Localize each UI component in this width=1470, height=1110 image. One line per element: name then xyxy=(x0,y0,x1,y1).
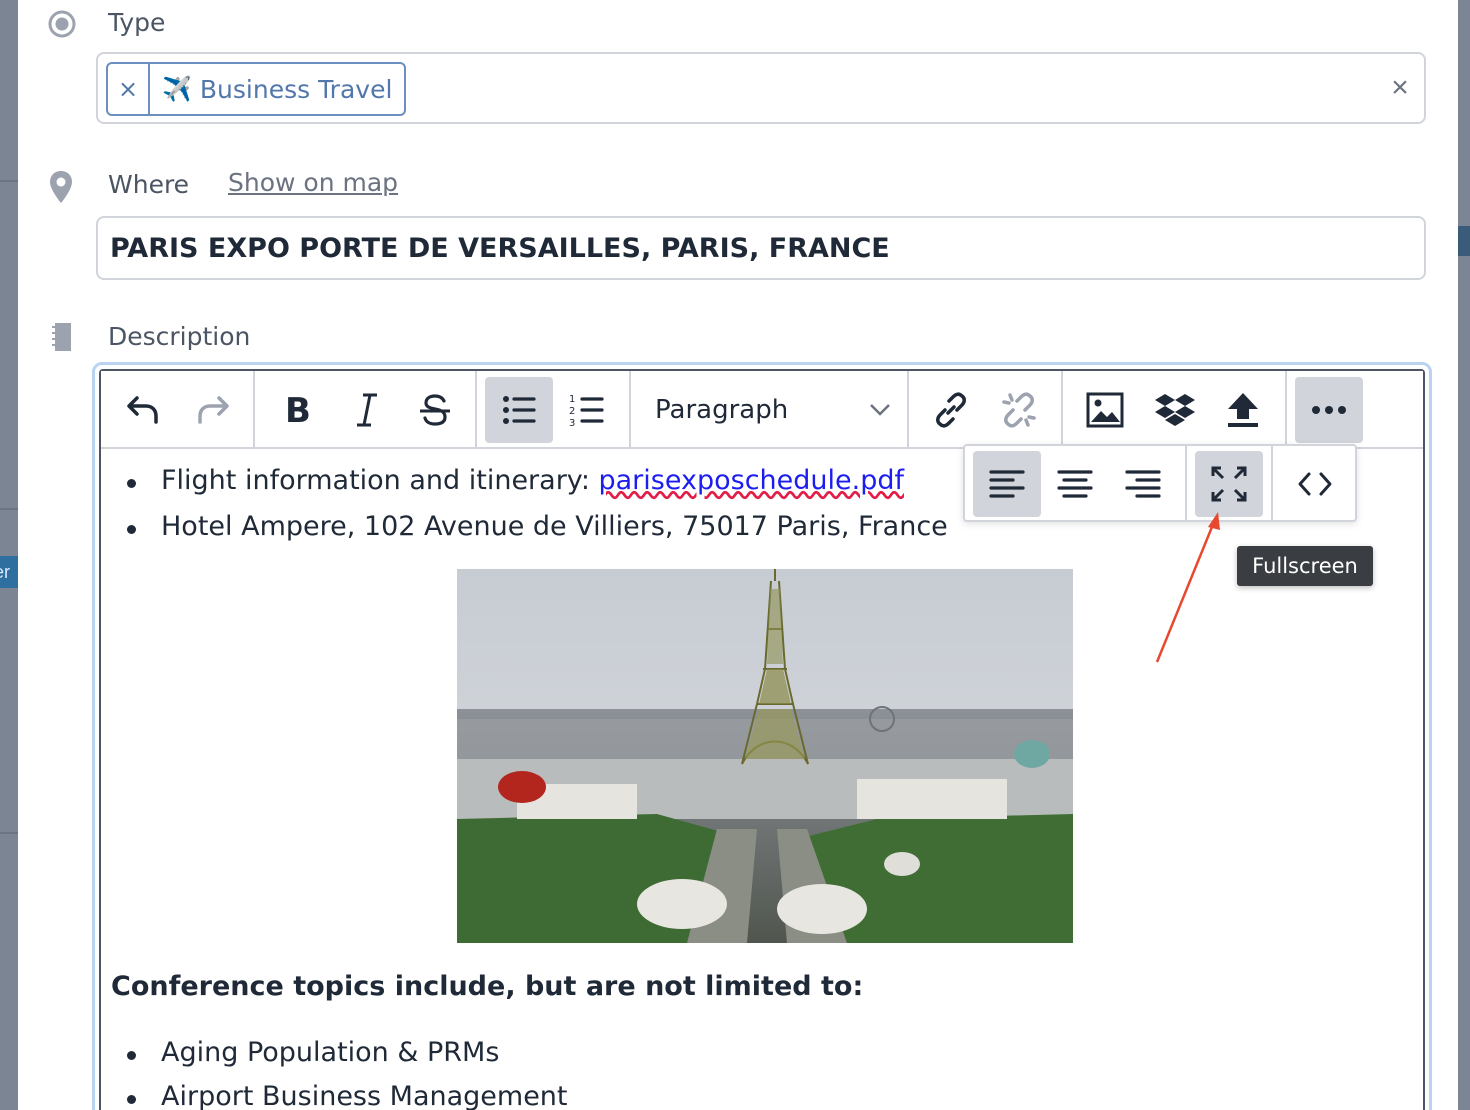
ellipsis-icon xyxy=(1312,406,1346,414)
italic-icon xyxy=(357,393,377,427)
upload-icon xyxy=(1228,393,1258,427)
align-right-button[interactable] xyxy=(1109,451,1177,517)
list-item-text: Aging Population & PRMs xyxy=(161,1037,500,1068)
bold-button[interactable]: B xyxy=(263,377,331,443)
numbered-list-button[interactable]: 1 2 3 xyxy=(553,377,621,443)
bullet-list-button[interactable] xyxy=(485,377,553,443)
more-options-button[interactable] xyxy=(1295,377,1363,443)
bullet-list-icon xyxy=(503,396,536,424)
source-code-button[interactable] xyxy=(1281,451,1349,517)
svg-text:2: 2 xyxy=(569,406,575,417)
dropbox-button[interactable] xyxy=(1141,377,1209,443)
where-input[interactable]: PARIS EXPO PORTE DE VERSAILLES, PARIS, F… xyxy=(96,216,1426,280)
clear-type-button[interactable]: × xyxy=(1382,68,1418,108)
eiffel-tower-image[interactable] xyxy=(457,569,1073,943)
location-pin-icon xyxy=(50,171,72,203)
type-label: Type xyxy=(108,8,166,37)
pdf-link[interactable]: parisexposchedule.pdf xyxy=(599,465,905,496)
list-item-text: Hotel Ampere, 102 Avenue de Villiers, 75… xyxy=(161,511,948,542)
undo-button[interactable] xyxy=(109,377,177,443)
list-item: Airport Business Management xyxy=(127,1081,568,1110)
unlink-button[interactable] xyxy=(985,377,1053,443)
code-icon xyxy=(1298,472,1332,496)
background-divider xyxy=(0,832,18,834)
block-format-value: Paragraph xyxy=(655,395,789,425)
svg-text:1: 1 xyxy=(569,394,575,405)
toolbar-separator xyxy=(475,371,477,447)
insert-image-button[interactable] xyxy=(1071,377,1139,443)
toolbar-separator xyxy=(1061,371,1063,447)
upload-button[interactable] xyxy=(1209,377,1277,443)
background-overlay-left xyxy=(0,0,18,1110)
chevron-down-icon xyxy=(870,404,890,416)
redo-button[interactable] xyxy=(179,377,247,443)
notes-icon xyxy=(52,323,71,351)
radio-target-icon xyxy=(48,10,76,38)
where-value: PARIS EXPO PORTE DE VERSAILLES, PARIS, F… xyxy=(110,232,890,264)
align-right-icon xyxy=(1125,470,1161,498)
tag-label: Business Travel xyxy=(199,74,393,104)
list-item: Aging Population & PRMs xyxy=(126,1037,500,1068)
svg-text:3: 3 xyxy=(569,418,575,428)
toolbar-separator xyxy=(253,371,255,447)
unlink-icon xyxy=(1002,392,1036,428)
dropbox-icon xyxy=(1155,394,1195,426)
toolbar-separator xyxy=(1271,446,1273,520)
list-item: Hotel Ampere, 102 Avenue de Villiers, 75… xyxy=(127,511,948,542)
type-tag: × ✈️ Business Travel xyxy=(106,62,407,116)
image-icon xyxy=(1086,392,1124,428)
redo-icon xyxy=(198,396,229,424)
bold-icon: B xyxy=(285,392,311,428)
insert-link-button[interactable] xyxy=(917,377,985,443)
editor-toolbar: B 1 2 3 Paragraph xyxy=(101,371,1423,449)
numbered-list-icon: 1 2 3 xyxy=(569,394,604,428)
fullscreen-button[interactable] xyxy=(1195,451,1263,517)
background-divider xyxy=(0,508,18,510)
section-heading: Conference topics include, but are not l… xyxy=(111,971,864,1002)
background-accent xyxy=(1458,226,1470,256)
fullscreen-tooltip: Fullscreen xyxy=(1237,546,1373,586)
align-left-button[interactable] xyxy=(973,451,1041,517)
italic-button[interactable] xyxy=(333,377,401,443)
toolbar-separator xyxy=(1285,371,1287,447)
where-label: Where xyxy=(108,170,190,199)
toolbar-separator xyxy=(1185,446,1187,520)
strikethrough-button[interactable] xyxy=(401,377,469,443)
more-toolbar-popup xyxy=(963,444,1357,522)
link-icon xyxy=(936,392,966,428)
block-format-select[interactable]: Paragraph xyxy=(637,377,907,443)
airplane-icon: ✈️ xyxy=(162,75,192,103)
align-center-icon xyxy=(1057,470,1093,498)
list-item: Flight information and itinerary: parise… xyxy=(127,465,905,496)
background-badge: er xyxy=(0,556,18,588)
fullscreen-icon xyxy=(1211,466,1247,502)
background-overlay-right xyxy=(1458,0,1470,1110)
toolbar-separator xyxy=(907,371,909,447)
undo-icon xyxy=(127,396,158,424)
background-divider xyxy=(0,180,18,182)
toolbar-separator xyxy=(629,371,631,447)
list-item-text: Airport Business Management xyxy=(161,1081,568,1110)
show-on-map-link[interactable]: Show on map xyxy=(228,168,398,197)
svg-text:B: B xyxy=(285,392,311,428)
description-label: Description xyxy=(108,322,251,351)
list-item-text: Flight information and itinerary: xyxy=(161,465,599,496)
align-left-icon xyxy=(989,470,1025,498)
align-center-button[interactable] xyxy=(1041,451,1109,517)
type-select[interactable]: × ✈️ Business Travel × xyxy=(96,52,1426,124)
tag-remove-button[interactable]: × xyxy=(108,64,150,114)
strikethrough-icon xyxy=(420,394,450,426)
